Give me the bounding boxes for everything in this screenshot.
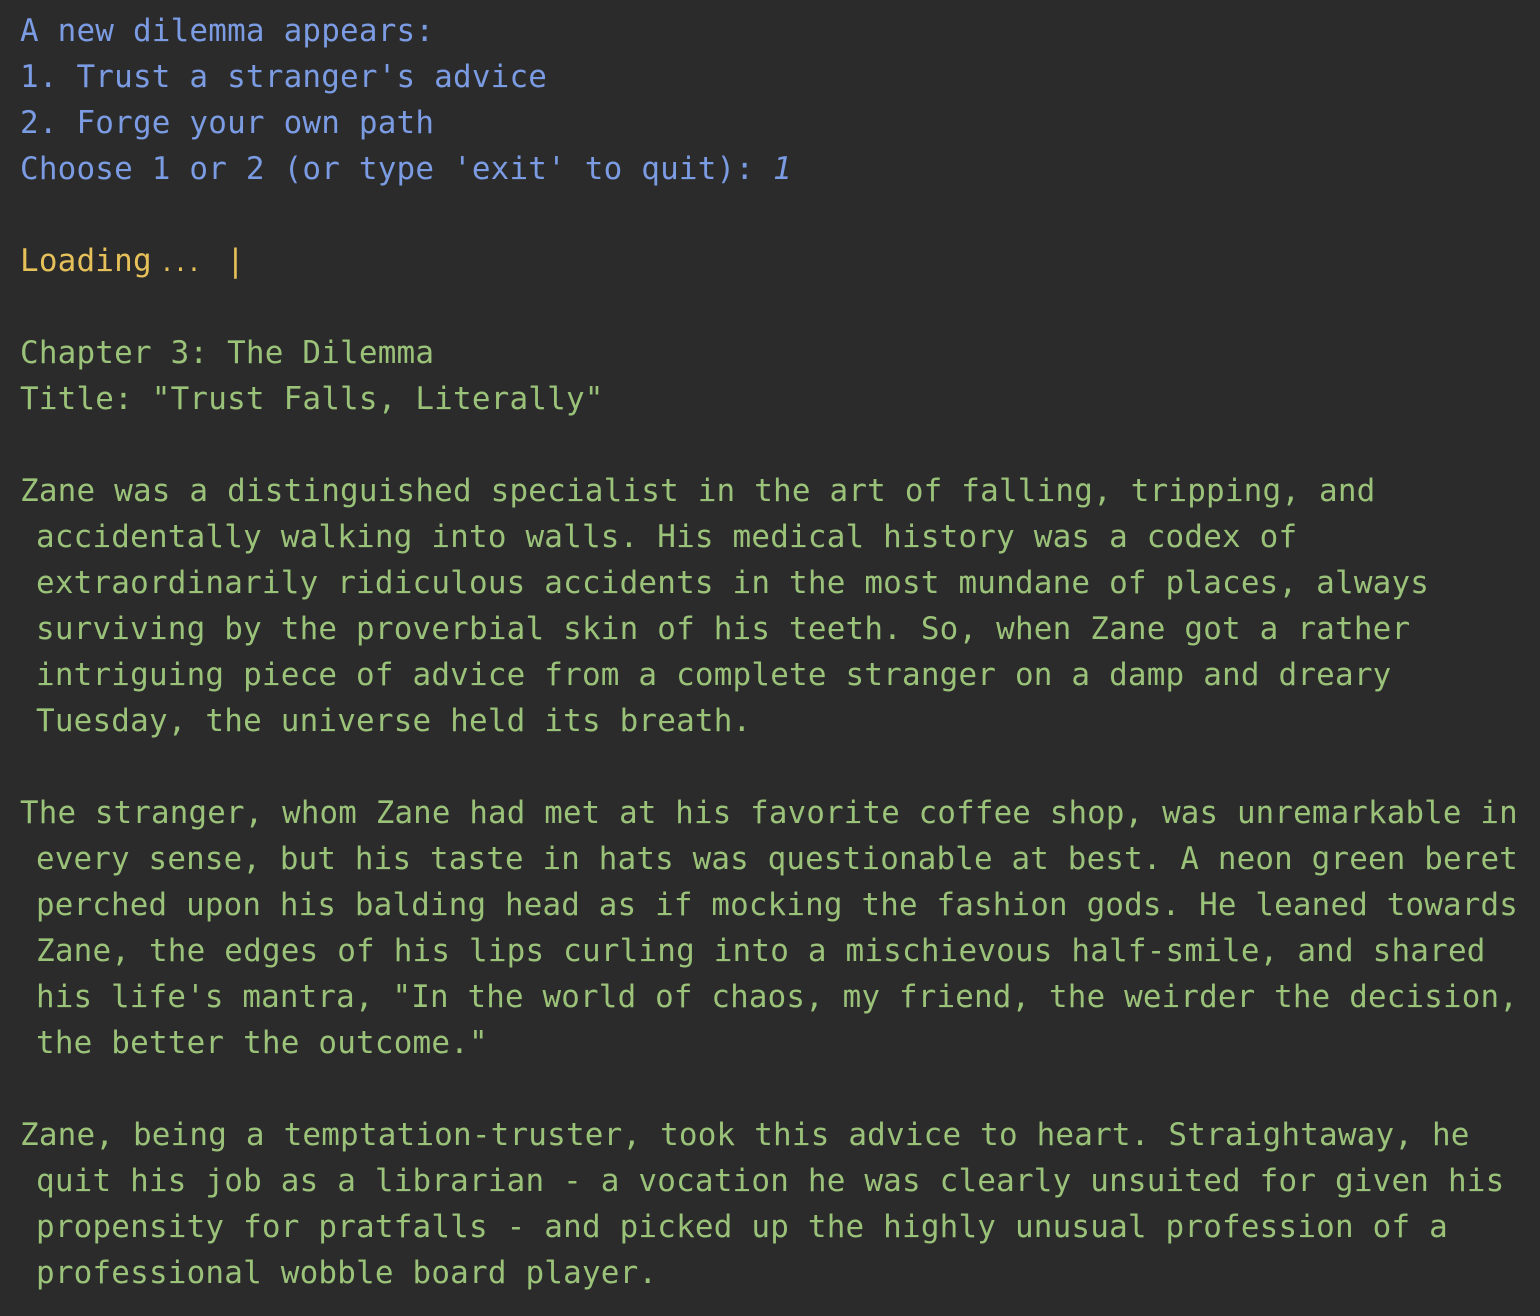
loading-line: Loading... | bbox=[20, 238, 1520, 284]
loading-label: Loading bbox=[20, 243, 152, 279]
chapter-title: Title: "Trust Falls, Literally" bbox=[20, 381, 604, 417]
story-line: professional wobble board player. bbox=[36, 1255, 658, 1291]
story-line: Zane, the edges of his lips curling into… bbox=[36, 933, 1486, 969]
story-line: the better the outcome." bbox=[36, 1025, 488, 1061]
story-paragraph-3: Zane, being a temptation-truster, took t… bbox=[20, 1112, 1520, 1296]
story-line: extraordinarily ridiculous accidents in … bbox=[36, 565, 1430, 601]
story-line: accidentally walking into walls. His med… bbox=[36, 519, 1298, 555]
prompt-question: Choose 1 or 2 (or type 'exit' to quit): bbox=[20, 151, 774, 187]
story-line: intriguing piece of advice from a comple… bbox=[36, 657, 1392, 693]
prompt-header: A new dilemma appears: bbox=[20, 13, 435, 49]
story-line: every sense, but his taste in hats was q… bbox=[36, 841, 1519, 877]
story-line: perched upon his balding head as if mock… bbox=[36, 887, 1519, 923]
prompt-answer-input[interactable]: 1 bbox=[773, 151, 792, 187]
loading-dots: ... bbox=[159, 249, 201, 277]
loading-spinner: | bbox=[226, 243, 245, 279]
story-line: Tuesday, the universe held its breath. bbox=[36, 703, 752, 739]
story-line: The stranger, whom Zane had met at his f… bbox=[20, 795, 1518, 831]
prompt-option-1: 1. Trust a stranger's advice bbox=[20, 59, 548, 95]
prompt-option-2: 2. Forge your own path bbox=[20, 105, 435, 141]
story-line: Zane was a distinguished specialist in t… bbox=[20, 473, 1376, 509]
prompt-question-line: Choose 1 or 2 (or type 'exit' to quit): … bbox=[20, 146, 1520, 192]
story-line: propensity for pratfalls - and picked up… bbox=[36, 1209, 1448, 1245]
terminal-window[interactable]: A new dilemma appears: 1. Trust a strang… bbox=[0, 0, 1540, 1316]
story-line: Zane, being a temptation-truster, took t… bbox=[20, 1117, 1470, 1153]
story-paragraph-2: The stranger, whom Zane had met at his f… bbox=[20, 790, 1520, 1066]
story-line: his life's mantra, "In the world of chao… bbox=[36, 979, 1519, 1015]
story-paragraph-1: Zane was a distinguished specialist in t… bbox=[20, 468, 1520, 744]
story-line: surviving by the proverbial skin of his … bbox=[36, 611, 1411, 647]
story-line: quit his job as a librarian - a vocation… bbox=[36, 1163, 1505, 1199]
chapter-heading: Chapter 3: The Dilemma bbox=[20, 335, 435, 371]
